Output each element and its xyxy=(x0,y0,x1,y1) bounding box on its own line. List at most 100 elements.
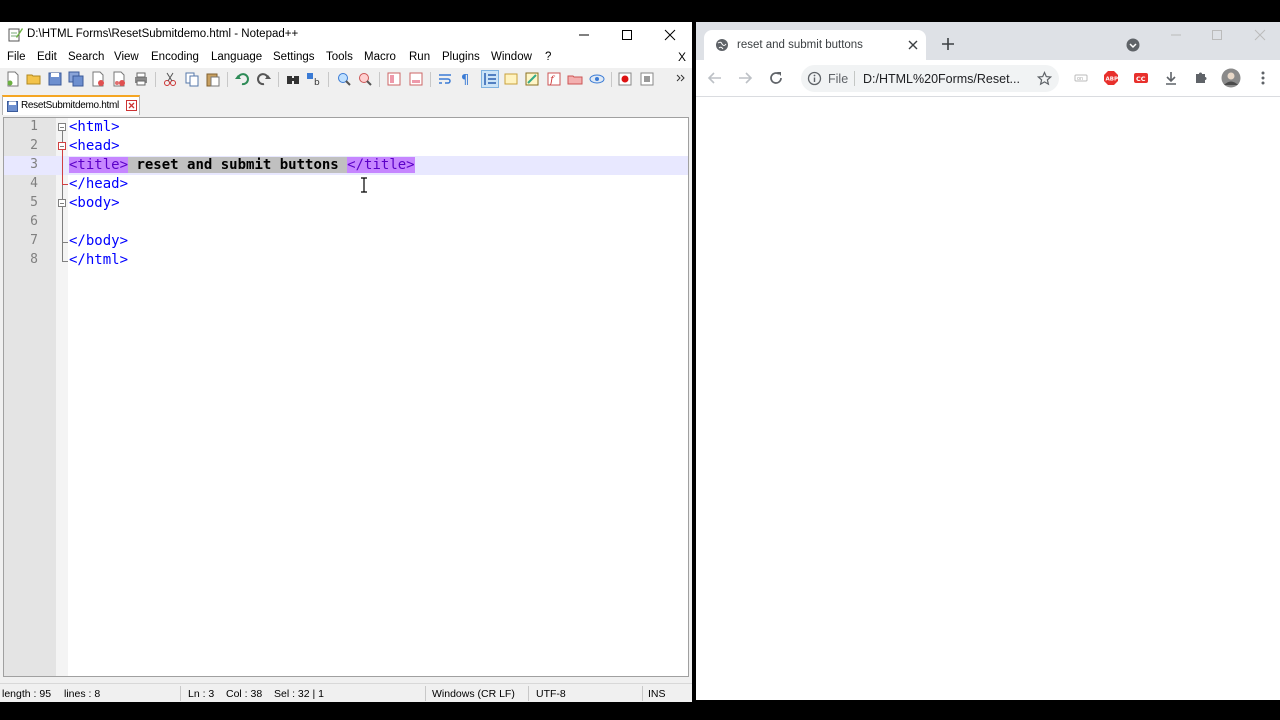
status-selection: Sel : 32 | 1 xyxy=(274,688,325,700)
menu-tools[interactable]: Tools xyxy=(326,51,353,63)
selected-close-tag: </title> xyxy=(347,157,415,173)
selected-title-text: reset and submit buttons xyxy=(128,157,348,173)
open-file-icon[interactable] xyxy=(26,71,42,87)
status-eol: Windows (CR LF) xyxy=(432,688,515,700)
menu-help[interactable]: ? xyxy=(545,51,551,63)
word-wrap-icon[interactable] xyxy=(437,71,453,87)
status-length: length : 95 xyxy=(2,688,52,700)
save-icon[interactable] xyxy=(47,71,63,87)
notepad-statusbar: length : 95 lines : 8 Ln : 3 Col : 38 Se… xyxy=(0,683,692,702)
zoom-in-icon[interactable] xyxy=(336,71,352,87)
stop-recording-icon[interactable] xyxy=(639,71,655,87)
cut-icon[interactable] xyxy=(162,71,178,87)
toolbar-overflow-icon[interactable] xyxy=(676,71,686,87)
menu-search[interactable]: Search xyxy=(68,51,104,63)
find-icon[interactable] xyxy=(285,71,301,87)
status-encoding: UTF-8 xyxy=(536,688,566,700)
sync-vertical-icon[interactable] xyxy=(386,71,402,87)
maximize-icon[interactable] xyxy=(1207,27,1227,43)
menu-encoding[interactable]: Encoding xyxy=(151,51,199,63)
notepad-window-title: D:\HTML Forms\ResetSubmitdemo.html - Not… xyxy=(27,28,299,40)
replace-icon[interactable]: b xyxy=(306,71,322,87)
fold-toggle[interactable] xyxy=(58,123,66,131)
undo-icon[interactable] xyxy=(234,71,250,87)
line-number: 6 xyxy=(30,214,38,229)
menu-plugins[interactable]: Plugins xyxy=(442,51,480,63)
paste-icon[interactable] xyxy=(205,71,221,87)
code-line: 1 <html> xyxy=(4,118,688,137)
menu-view[interactable]: View xyxy=(114,51,139,63)
globe-icon xyxy=(716,39,728,51)
back-arrow-icon[interactable] xyxy=(707,70,723,86)
minimize-button[interactable] xyxy=(562,22,606,47)
browser-tab-title: reset and submit buttons xyxy=(737,39,863,51)
menu-language[interactable]: Language xyxy=(211,51,262,63)
toolbar-separator xyxy=(379,72,380,87)
menu-window[interactable]: Window xyxy=(491,51,532,63)
closed-captions-icon[interactable]: CC xyxy=(1133,70,1149,86)
record-macro-icon[interactable] xyxy=(617,71,633,87)
new-tab-icon[interactable] xyxy=(941,37,955,51)
extensions-puzzle-icon[interactable] xyxy=(1193,70,1209,86)
status-divider xyxy=(642,686,643,701)
zoom-out-icon[interactable] xyxy=(357,71,373,87)
code-line: 2 <head> xyxy=(4,137,688,156)
redo-icon[interactable] xyxy=(256,71,272,87)
print-icon[interactable] xyxy=(133,71,149,87)
info-icon[interactable] xyxy=(807,71,822,86)
menu-macro[interactable]: Macro xyxy=(364,51,396,63)
close-document-button[interactable]: X xyxy=(678,50,686,64)
tab-close-icon[interactable] xyxy=(126,100,137,111)
show-all-characters-icon[interactable]: ¶ xyxy=(458,71,474,87)
menu-edit[interactable]: Edit xyxy=(37,51,57,63)
close-window-button[interactable] xyxy=(648,22,692,47)
close-all-icon[interactable] xyxy=(111,71,127,87)
fold-toggle[interactable] xyxy=(58,142,66,150)
save-all-icon[interactable] xyxy=(68,71,84,87)
selected-open-tag: <title> xyxy=(69,157,129,173)
bookmark-star-icon[interactable] xyxy=(1037,71,1052,86)
tab-close-icon[interactable] xyxy=(907,39,919,51)
tab-search-icon[interactable] xyxy=(1126,38,1140,52)
profile-avatar[interactable] xyxy=(1221,68,1241,88)
code-line: 8 </html> xyxy=(4,251,688,270)
file-tab[interactable]: ResetSubmitdemo.html xyxy=(2,95,140,115)
code-editor[interactable]: 1 <html> 2 <head> 3 <title> reset and su… xyxy=(3,117,689,677)
forward-arrow-icon[interactable] xyxy=(737,70,753,86)
indent-guide-icon[interactable] xyxy=(481,70,499,88)
minimize-icon[interactable] xyxy=(1166,27,1186,43)
document-map-icon[interactable] xyxy=(524,71,540,87)
close-file-icon[interactable] xyxy=(90,71,106,87)
extension-icon[interactable]: on xyxy=(1073,70,1089,86)
menu-file[interactable]: File xyxy=(7,51,26,63)
notepad-app-icon xyxy=(8,28,23,42)
reload-icon[interactable] xyxy=(768,70,784,86)
line-number: 8 xyxy=(30,252,38,267)
menu-run[interactable]: Run xyxy=(409,51,430,63)
address-url[interactable]: D:/HTML%20Forms/Reset... xyxy=(863,72,1020,86)
copy-icon[interactable] xyxy=(184,71,200,87)
line-number: 3 xyxy=(30,157,38,172)
maximize-button[interactable] xyxy=(605,22,649,47)
close-icon[interactable] xyxy=(1250,27,1270,43)
line-number: 7 xyxy=(30,233,38,248)
download-icon[interactable] xyxy=(1163,70,1179,86)
monitoring-icon[interactable] xyxy=(589,71,605,87)
svg-text:on: on xyxy=(1077,76,1083,82)
browser-tab[interactable]: reset and submit buttons xyxy=(704,30,926,60)
menu-settings[interactable]: Settings xyxy=(273,51,315,63)
new-file-icon[interactable] xyxy=(5,71,21,87)
page-viewport[interactable] xyxy=(696,97,1280,700)
more-menu-icon[interactable] xyxy=(1255,70,1271,86)
notepad-toolbar: b ¶ f xyxy=(0,68,692,92)
fold-toggle[interactable] xyxy=(58,199,66,207)
folder-as-workspace-icon[interactable] xyxy=(567,71,583,87)
code-text: </html> xyxy=(69,252,129,268)
address-bar[interactable]: File D:/HTML%20Forms/Reset... xyxy=(801,65,1059,92)
sync-horizontal-icon[interactable] xyxy=(408,71,424,87)
toolbar-separator xyxy=(611,72,612,87)
adblock-icon[interactable]: ABP xyxy=(1103,70,1119,86)
function-list-icon[interactable]: f xyxy=(546,71,562,87)
code-text: </body> xyxy=(69,233,129,249)
user-defined-language-icon[interactable] xyxy=(503,71,519,87)
